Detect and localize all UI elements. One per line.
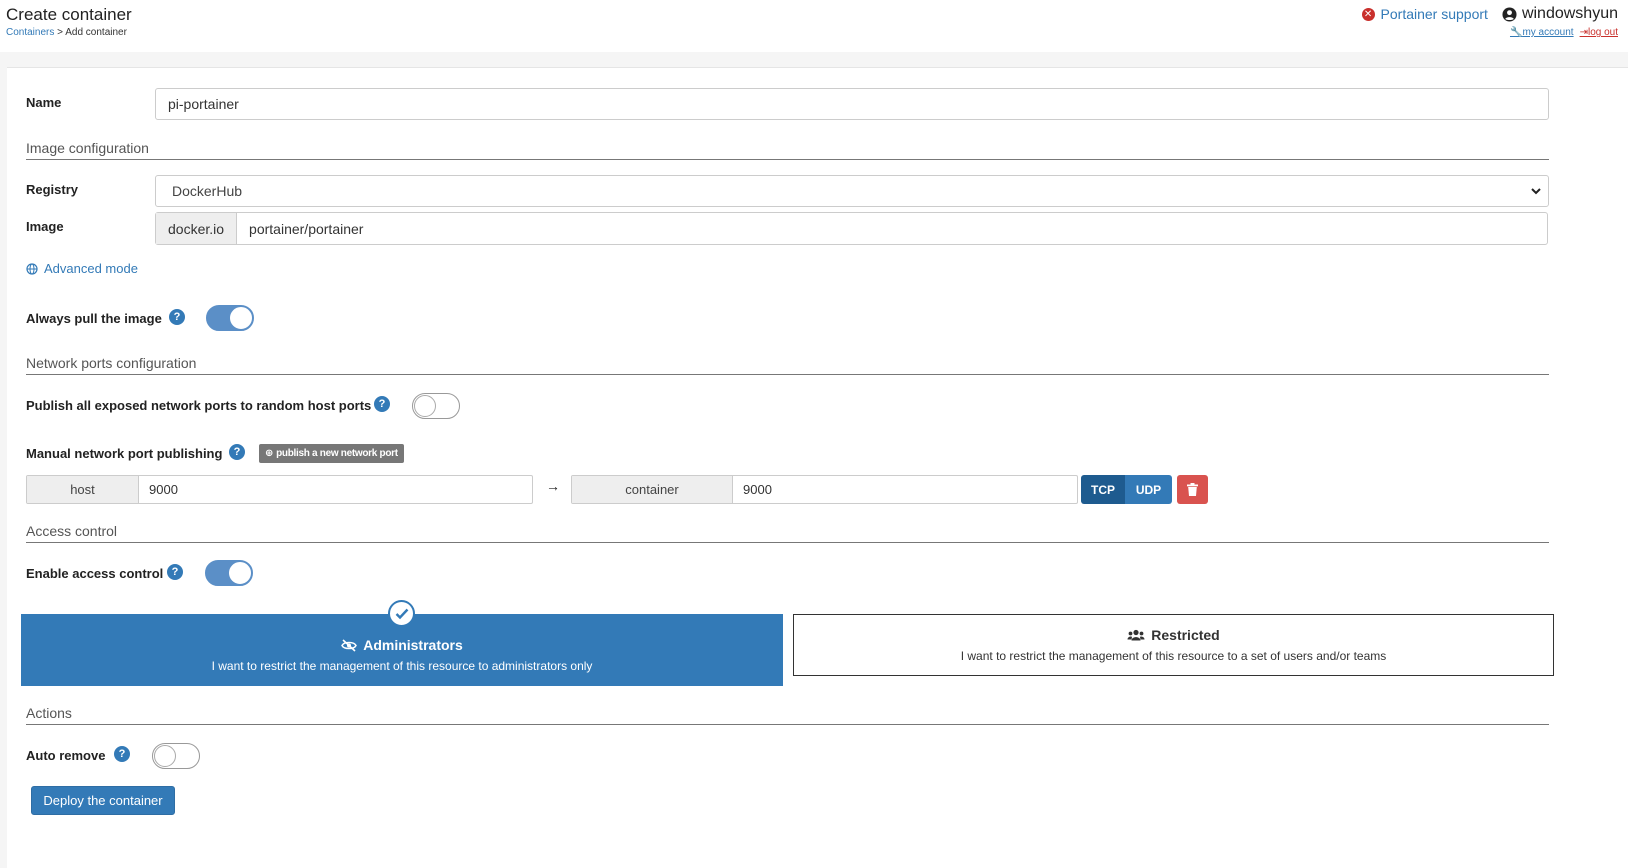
user-circle-icon [1502, 6, 1517, 22]
restricted-title: Restricted [1127, 627, 1220, 643]
toggle-knob [154, 745, 176, 767]
user-info: windowshyun [1502, 5, 1618, 23]
toggle-knob [230, 307, 252, 329]
publish-new-port-button[interactable]: ⊕ publish a new network port [259, 444, 404, 463]
sign-out-icon: ⇥ [1579, 27, 1588, 38]
question-circle-icon[interactable]: ? [114, 746, 130, 762]
create-container-form: Name pi-portainer Image configuration Re… [7, 67, 1628, 868]
registry-label: Registry [26, 182, 79, 197]
always-pull-toggle[interactable] [206, 305, 254, 331]
trash-icon [1187, 483, 1198, 496]
network-ports-section: Network ports configuration [26, 355, 1549, 375]
my-account-label: my account [1522, 27, 1574, 38]
question-circle-icon[interactable]: ? [374, 396, 390, 412]
my-account-link[interactable]: 🔧my account [1510, 27, 1574, 38]
enable-access-control-label: Enable access control [26, 566, 164, 581]
administrators-title-text: Administrators [363, 637, 463, 653]
page-header: Create container Containers > Add contai… [0, 0, 1628, 52]
question-circle-icon[interactable]: ? [229, 444, 245, 460]
remove-port-button[interactable] [1177, 475, 1208, 504]
auto-remove-label: Auto remove [26, 748, 106, 763]
log-out-link[interactable]: ⇥log out [1580, 27, 1618, 38]
check-circle-icon [388, 600, 415, 627]
plus-circle-icon: ⊕ [265, 448, 274, 459]
restricted-option[interactable]: Restricted I want to restrict the manage… [793, 614, 1554, 676]
name-label: Name [26, 95, 62, 110]
container-port-input[interactable]: 9000 [733, 476, 772, 503]
breadcrumb-separator: > [57, 27, 63, 38]
eye-slash-icon [341, 638, 358, 652]
globe-icon [26, 262, 38, 275]
actions-section: Actions [26, 705, 1549, 725]
protocol-toggle: TCP UDP [1081, 475, 1172, 504]
access-control-section: Access control [26, 523, 1549, 543]
publish-all-label: Publish all exposed network ports to ran… [26, 398, 372, 413]
breadcrumb-current: Add container [65, 27, 127, 38]
manual-port-label: Manual network port publishing [26, 446, 223, 461]
image-input[interactable]: portainer/portainer [237, 221, 363, 237]
registry-selected-value: DockerHub [172, 183, 243, 199]
advanced-mode-label: Advanced mode [44, 261, 138, 276]
deploy-container-button[interactable]: Deploy the container [31, 786, 175, 815]
question-circle-icon[interactable]: ? [167, 564, 183, 580]
registry-select[interactable]: DockerHub [155, 175, 1549, 207]
host-port-group: host 9000 [26, 475, 533, 504]
udp-button[interactable]: UDP [1125, 475, 1172, 504]
header-user-area: ✕ Portainer support windowshyun [1361, 5, 1618, 23]
page-title: Create container [6, 5, 132, 24]
tcp-button[interactable]: TCP [1081, 475, 1125, 504]
restricted-title-text: Restricted [1151, 627, 1220, 643]
always-pull-label: Always pull the image [26, 311, 162, 326]
toggle-knob [414, 395, 436, 417]
administrators-desc: I want to restrict the management of thi… [211, 659, 593, 673]
image-registry-prefix: docker.io [156, 213, 238, 244]
toggle-knob [229, 562, 251, 584]
account-links: 🔧my account ⇥log out [1510, 27, 1618, 38]
publish-all-toggle[interactable] [412, 393, 460, 419]
restricted-desc: I want to restrict the management of thi… [960, 649, 1387, 663]
container-port-group: container 9000 [571, 475, 1078, 504]
image-configuration-section: Image configuration [26, 140, 1549, 160]
advanced-mode-link[interactable]: Advanced mode [26, 261, 138, 276]
breadcrumb-containers-link[interactable]: Containers [6, 27, 54, 38]
container-port-addon: container [572, 476, 733, 503]
users-icon [1127, 629, 1145, 641]
image-input-group: docker.io portainer/portainer [155, 212, 1548, 245]
username: windowshyun [1521, 5, 1618, 22]
arrow-right-icon: → [546, 478, 560, 494]
log-out-label: log out [1587, 27, 1618, 38]
support-label: Portainer support [1380, 6, 1488, 22]
host-port-addon: host [27, 476, 139, 503]
breadcrumb: Containers > Add container [6, 27, 127, 38]
administrators-title: Administrators [341, 637, 463, 653]
support-close-circle-icon: ✕ [1361, 7, 1375, 21]
name-input[interactable]: pi-portainer [155, 88, 1549, 120]
name-input-value: pi-portainer [168, 96, 239, 112]
host-port-input[interactable]: 9000 [139, 476, 178, 503]
auto-remove-toggle[interactable] [152, 743, 200, 769]
access-control-toggle[interactable] [205, 560, 253, 586]
question-circle-icon[interactable]: ? [169, 309, 185, 325]
publish-new-port-label: publish a new network port [276, 448, 398, 459]
portainer-support-link[interactable]: ✕ Portainer support [1361, 6, 1488, 22]
chevron-down-icon [1531, 188, 1541, 195]
wrench-icon: 🔧 [1509, 27, 1523, 38]
image-label: Image [26, 219, 64, 234]
